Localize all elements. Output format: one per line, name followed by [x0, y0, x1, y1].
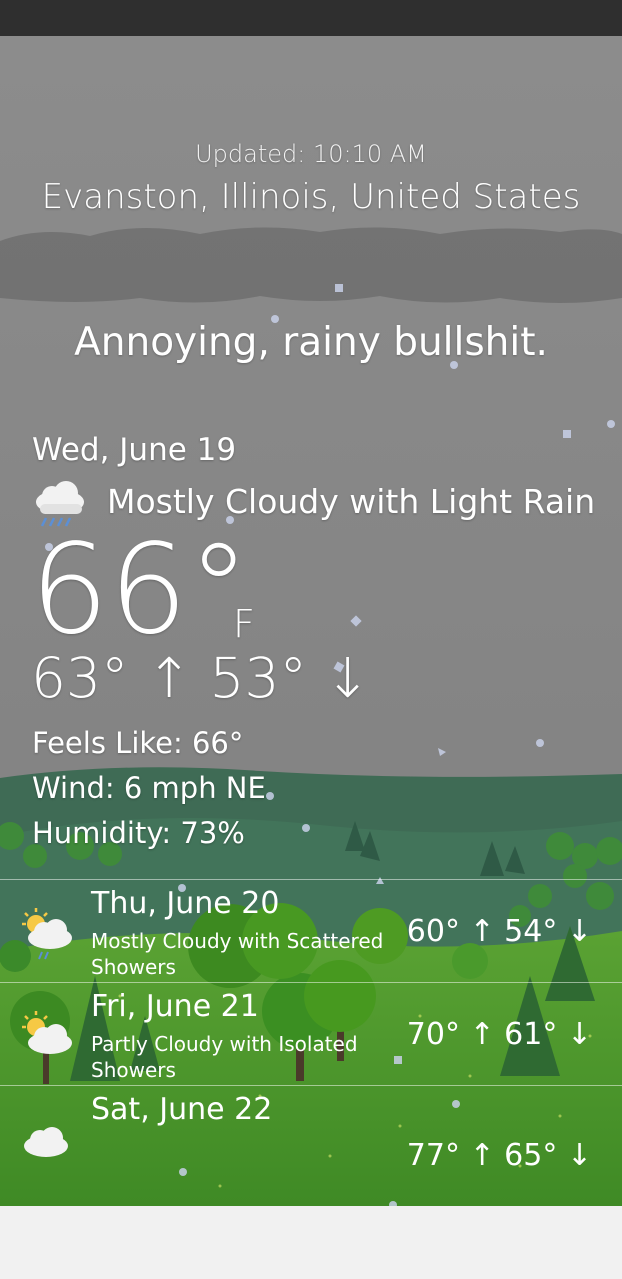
forecast-description: Partly Cloudy with Isolated Showers: [91, 1032, 358, 1082]
partly-cloudy-rain-icon: [22, 908, 72, 960]
temperature-unit[interactable]: F: [233, 602, 255, 646]
forecast-row[interactable]: Sat, June 22 77° ↑ 65° ↓: [0, 1085, 622, 1168]
weather-tagline: Annoying, rainy bullshit.: [74, 320, 548, 365]
forecast-day: Sat, June 22: [91, 1092, 273, 1127]
current-date: Wed, June 19: [32, 432, 237, 468]
location-name[interactable]: Evanston, Illinois, United States: [0, 177, 622, 217]
feels-like: Feels Like: 66°: [32, 726, 244, 760]
forecast-description: Mostly Cloudy with Scattered Showers: [91, 929, 384, 979]
forecast-high-low: 70° ↑ 61° ↓: [406, 1017, 592, 1052]
current-temperature: 66°: [30, 518, 250, 662]
status-bar: [0, 0, 622, 36]
forecast-row[interactable]: Fri, June 21 Partly Cloudy with Isolated…: [0, 982, 622, 1087]
partly-cloudy-icon: [22, 1011, 72, 1054]
forecast-row[interactable]: Thu, June 20 Mostly Cloudy with Scattere…: [0, 879, 622, 984]
current-high-low: 63° ↑ 53° ↓: [31, 646, 371, 710]
wind: Wind: 6 mph NE: [32, 771, 266, 805]
cloud-icon: [24, 1127, 68, 1157]
forecast-high-low: 77° ↑ 65° ↓: [406, 1138, 592, 1168]
forecast-high-low: 60° ↑ 54° ↓: [406, 914, 592, 949]
weather-scene: Updated: 10:10 AM Evanston, Illinois, Un…: [0, 36, 622, 1206]
forecast-day: Fri, June 21: [91, 989, 259, 1024]
forecast-day: Thu, June 20: [91, 886, 280, 921]
bottom-blank-area: [0, 1206, 622, 1279]
updated-time: Updated: 10:10 AM: [195, 140, 427, 168]
current-condition: Mostly Cloudy with Light Rain: [107, 482, 596, 521]
humidity: Humidity: 73%: [32, 816, 245, 850]
